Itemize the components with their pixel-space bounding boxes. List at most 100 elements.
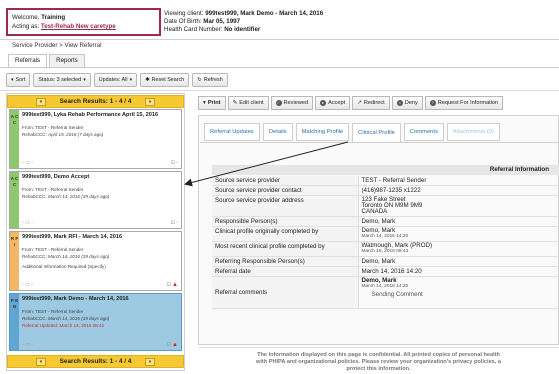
hcn-value: No identifier [224, 26, 261, 33]
card-from: From: TEST - Referral Sender [22, 187, 84, 192]
footer-line-3: protect this information. [346, 366, 411, 372]
card-from: From: TEST - Referral Sender [22, 247, 84, 252]
refresh-icon: ↻ [197, 76, 202, 83]
dob-value: Mar 05, 1997 [203, 18, 241, 25]
sort-button[interactable]: ▾ Sort [6, 72, 31, 87]
check-circle-icon: ✓ [275, 100, 282, 106]
card-right-icons[interactable]: ⊡ ▲ [166, 342, 178, 348]
caret-down-icon: ▾ [203, 100, 206, 106]
tab-details[interactable]: Details [262, 123, 293, 141]
tab-clinical-profile[interactable]: Clinical Profile [352, 123, 401, 143]
row-value: Watmough, Mark (PROD) March 15, 2016 08:… [358, 241, 559, 257]
card-date-prefix: RehabCCC: [22, 132, 47, 137]
reset-search-button[interactable]: ✱ Reset Search [140, 72, 190, 87]
sort-label: Sort [15, 76, 26, 83]
results-bar-bottom: « Search Results: 1 - 4 / 4 » [7, 355, 184, 368]
request-label: Request For Information [437, 100, 499, 106]
next-page-icon[interactable]: » [145, 98, 155, 106]
row-label: Clinical profile originally completed by [212, 226, 359, 242]
redirect-button[interactable]: ↗ Redirect [352, 96, 390, 110]
row-label: Source service provider [212, 176, 359, 186]
tab-referrals[interactable]: Referrals [8, 54, 48, 67]
tab-referral-updates[interactable]: Referral Updates [204, 123, 260, 141]
card-date-prefix: RehabCCC: [22, 316, 47, 321]
list-item[interactable]: A C C 999test999, Lyka Rehab Performance… [9, 109, 182, 169]
row-value: March 14, 2016 14:20 [358, 266, 559, 277]
card-title: 999test999, Demo Accept [22, 174, 90, 180]
status-stripe: P E N [10, 294, 19, 350]
edit-client-button[interactable]: ✎ Edit client [227, 96, 269, 110]
card-date: March 14, 2016 (39 days ago) [48, 254, 110, 259]
list-item[interactable]: R F I 999test999, Mark RFI - March 14, 2… [9, 231, 182, 291]
tab-reports[interactable]: Reports [49, 54, 85, 67]
table-row: Referral date March 14, 2016 14:20 [212, 266, 559, 277]
list-item[interactable]: A C C 999test999, Demo Accept From: TEST… [9, 171, 182, 229]
dob-label: Date Of Birth: [164, 18, 202, 25]
request-info-button[interactable]: ? Request For Information [424, 96, 504, 110]
card-from: From: TEST - Referral Sender [22, 125, 84, 130]
results-label: Search Results: 1 - 4 / 4 [59, 358, 132, 365]
prev-page-icon[interactable]: « [36, 358, 46, 366]
deny-button[interactable]: × Deny [391, 96, 423, 110]
card-action-icons[interactable]: ▫ ▭ ▫ [22, 282, 33, 288]
referral-toolbar: ▾ Print ✎ Edit client ✓ Reviewed ▸ Accept ↗ R… [198, 96, 504, 111]
card-title: 999test999, Mark RFI - March 14, 2016 [22, 234, 123, 240]
card-right-icons[interactable]: ⊡ ▫ [171, 160, 178, 166]
viewing-client: 999test999, Mark Demo - March 14, 2016 [205, 10, 324, 17]
table-row: Clinical profile originally completed by… [212, 226, 559, 242]
deny-label: Deny [404, 100, 418, 106]
comment-date: March 14, 2016 14:20 [361, 284, 409, 289]
card-right-icons[interactable]: ⊡ ▫ [171, 220, 178, 226]
card-updated: Referral Updated: March 14, 2016 08:42 [22, 323, 105, 328]
row-label: Referral date [212, 266, 359, 277]
accept-button[interactable]: ▸ Accept [315, 96, 351, 110]
list-item-selected[interactable]: P E N 999test999, Mark Demo - March 14, … [9, 293, 182, 351]
card-from: From: TEST - Referral Sender [22, 309, 84, 314]
reset-icon: ✱ [145, 76, 150, 83]
row-value: (416)987-1235 x1222 [358, 185, 559, 196]
status-dropdown[interactable]: Status: 3 selected ▾ [33, 72, 91, 87]
tab-comments[interactable]: Comments [403, 123, 444, 141]
updates-dropdown[interactable]: Updates: All ▾ [93, 72, 138, 87]
footer-line-1: The information displayed on this page i… [257, 352, 500, 358]
deny-icon: × [396, 100, 403, 106]
caret-down-icon: ▾ [129, 76, 133, 83]
referral-info-table: Source service provider TEST - Referral … [212, 176, 559, 309]
print-button[interactable]: ▾ Print [198, 96, 226, 110]
reviewed-button[interactable]: ✓ Reviewed [270, 96, 314, 110]
warning-icon: ▲ [172, 282, 178, 288]
referral-tabs: Referral Updates Details Matching Profil… [204, 123, 500, 143]
row-label: Referring Responsible Person(s) [212, 256, 359, 267]
next-page-icon[interactable]: » [145, 358, 155, 366]
row-value: Demo, Mark [358, 256, 559, 267]
row-label: Source service provider contact [212, 185, 359, 196]
row-value: Demo, Mark March 14, 2016 14:20 [358, 226, 559, 242]
referral-tab-divider [200, 142, 559, 143]
accept-icon: ▸ [320, 100, 327, 106]
table-row: Most recent clinical profile completed b… [212, 241, 559, 257]
redirect-icon: ↗ [357, 100, 362, 106]
main-tabs: Referrals Reports [8, 54, 87, 67]
tab-attachments[interactable]: Attachments (0) [446, 123, 500, 141]
recent-completed-date: March 15, 2016 08:43 [361, 249, 409, 254]
card-date: April 15, 2016 (7 days ago) [48, 132, 104, 137]
completed-date: March 14, 2016 14:20 [361, 234, 409, 239]
card-action-icons[interactable]: ▫ ▭ ▫ [22, 160, 33, 166]
search-results-panel: « Search Results: 1 - 4 / 4 » A C C 999t… [6, 93, 185, 371]
refresh-button[interactable]: ↻ Refresh [192, 72, 228, 87]
results-label: Search Results: 1 - 4 / 4 [59, 98, 132, 105]
user-name: Training [41, 14, 66, 21]
table-row: Source service provider address 123 Fake… [212, 195, 559, 217]
card-action-icons[interactable]: ▫ ▭ ▫ [22, 220, 33, 226]
footer-line-2: with PHIPA and organizational policies. … [255, 359, 502, 365]
caret-down-icon: ▾ [83, 76, 86, 83]
tab-matching-profile[interactable]: Matching Profile [295, 123, 350, 141]
status-stripe: A C C [10, 172, 19, 228]
card-action-icons[interactable]: ▫ ▭ ▫ [22, 342, 33, 348]
acting-as-link[interactable]: Test-Rehab New caretype [41, 23, 116, 30]
card-right-icons[interactable]: ⊡ ▲ [166, 282, 178, 288]
prev-page-icon[interactable]: « [36, 98, 46, 106]
row-label: Most recent clinical profile completed b… [212, 241, 359, 257]
search-toolbar: ▾ Sort Status: 3 selected ▾ Updates: All ▾ … [6, 71, 228, 88]
confidentiality-footer: The information displayed on this page i… [198, 352, 559, 373]
